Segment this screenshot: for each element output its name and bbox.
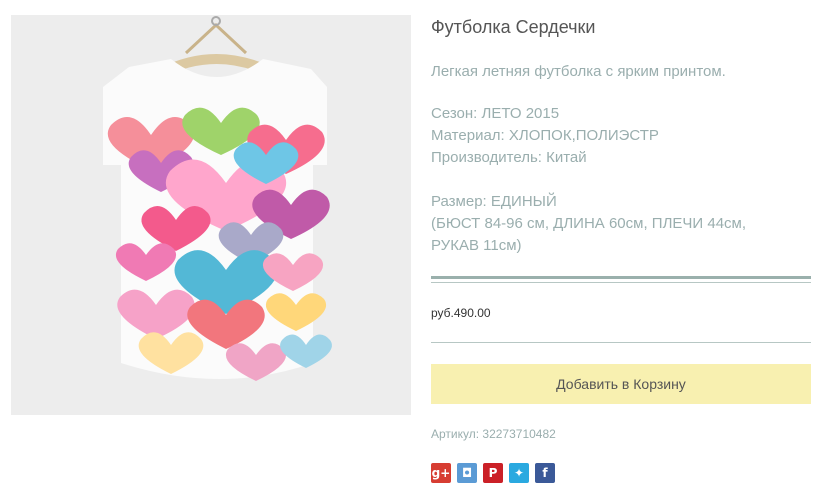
product-size-detail-cont: РУКАВ 11см) — [431, 237, 522, 254]
social-share: g+ ◘ P ✦ f — [431, 463, 555, 483]
product-image[interactable] — [11, 15, 411, 415]
product-sku: Артикул: 32273710482 — [431, 427, 556, 441]
product-season: Сезон: ЛЕТО 2015 — [431, 105, 560, 122]
product-material: Материал: ХЛОПОК,ПОЛИЭСТР — [431, 127, 659, 144]
product-maker: Производитель: Китай — [431, 149, 587, 166]
product-size: Размер: ЕДИНЫЙ — [431, 193, 557, 210]
divider — [431, 342, 811, 343]
product-price: руб.490.00 — [431, 306, 491, 320]
add-to-cart-button[interactable]: Добавить в Корзину — [431, 364, 811, 404]
google-plus-icon[interactable]: g+ — [431, 463, 451, 483]
pinterest-icon[interactable]: P — [483, 463, 503, 483]
divider — [431, 276, 811, 283]
twitter-icon[interactable]: ✦ — [509, 463, 529, 483]
vk-icon[interactable]: ◘ — [457, 463, 477, 483]
facebook-icon[interactable]: f — [535, 463, 555, 483]
product-description: Легкая летняя футболка с ярким принтом. — [431, 63, 726, 80]
product-title: Футболка Сердечки — [431, 17, 596, 37]
product-size-detail: (БЮСТ 84-96 см, ДЛИНА 60см, ПЛЕЧИ 44см, — [431, 215, 747, 232]
tshirt-illustration — [11, 15, 411, 415]
